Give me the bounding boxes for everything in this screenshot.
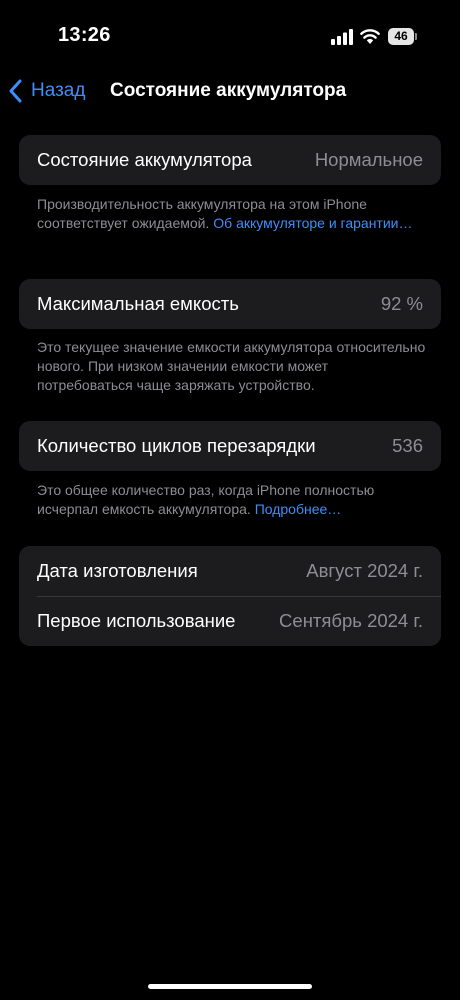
battery-health-row: Состояние аккумулятора Нормальное	[19, 135, 441, 185]
max-capacity-label: Максимальная емкость	[37, 293, 239, 314]
page-title: Состояние аккумулятора	[110, 80, 347, 101]
navigation-bar: Назад Состояние аккумулятора	[0, 70, 460, 114]
manufacture-date-value: Август 2024 г.	[306, 560, 423, 581]
battery-cap	[415, 33, 417, 40]
battery-warranty-link[interactable]: Об аккумуляторе и гарантии…	[213, 215, 412, 231]
max-capacity-note-text: Это текущее значение емкости аккумулятор…	[37, 339, 426, 393]
battery-health-group: Состояние аккумулятора Нормальное	[19, 135, 441, 185]
first-use-label: Первое использование	[37, 610, 236, 631]
learn-more-link[interactable]: Подробнее…	[255, 501, 342, 517]
cycle-count-row: Количество циклов перезарядки 536	[19, 421, 441, 471]
wifi-icon	[360, 29, 380, 44]
back-button[interactable]: Назад	[8, 76, 85, 106]
chevron-left-icon	[9, 79, 22, 103]
battery-level: 46	[388, 28, 414, 45]
first-use-row: Первое использование Сентябрь 2024 г.	[19, 596, 441, 646]
cellular-signal-icon	[331, 29, 353, 45]
status-time: 13:26	[58, 24, 111, 46]
manufacture-date-label: Дата изготовления	[37, 560, 198, 581]
cycle-count-label: Количество циклов перезарядки	[37, 435, 316, 456]
max-capacity-group: Максимальная емкость 92 %	[19, 279, 441, 329]
dates-group: Дата изготовления Август 2024 г. Первое …	[19, 546, 441, 646]
cycle-count-note: Это общее количество раз, когда iPhone п…	[37, 481, 427, 519]
cycle-count-group: Количество циклов перезарядки 536	[19, 421, 441, 471]
max-capacity-value: 92 %	[380, 293, 423, 314]
home-indicator[interactable]	[148, 984, 312, 989]
manufacture-date-row: Дата изготовления Август 2024 г.	[19, 546, 441, 596]
max-capacity-note: Это текущее значение емкости аккумулятор…	[37, 338, 427, 395]
battery-health-note: Производительность аккумулятора на этом …	[37, 195, 427, 233]
battery-icon: 46	[388, 28, 418, 45]
max-capacity-row: Максимальная емкость 92 %	[19, 279, 441, 329]
status-bar: 13:26 46	[0, 0, 460, 70]
battery-health-value: Нормальное	[314, 149, 423, 170]
first-use-value: Сентябрь 2024 г.	[279, 610, 423, 631]
cycle-count-value: 536	[392, 435, 423, 456]
back-label: Назад	[31, 80, 86, 101]
battery-health-label: Состояние аккумулятора	[37, 149, 252, 170]
